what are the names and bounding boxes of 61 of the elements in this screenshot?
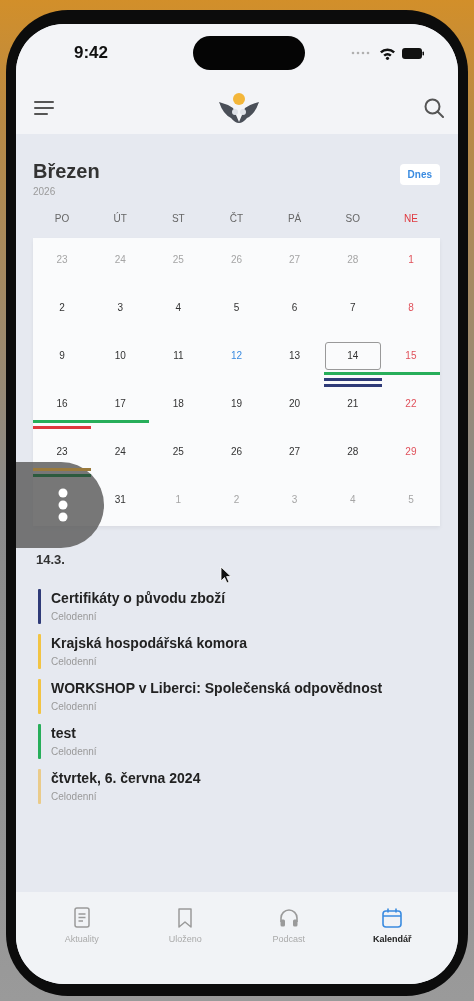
calendar-day[interactable]: 7 [337, 300, 368, 316]
event-duration: Celodenní [51, 610, 98, 624]
event-duration: Celodenní [51, 790, 98, 804]
event-duration: Celodenní [51, 700, 98, 714]
calendar-day[interactable]: 27 [279, 444, 310, 460]
menu-icon[interactable] [34, 101, 54, 115]
calendar-day[interactable]: 1 [395, 252, 426, 268]
calendar-day[interactable]: 15 [395, 348, 426, 364]
event-duration: Celodenní [51, 745, 97, 759]
calendar-day[interactable]: 5 [221, 300, 252, 316]
calendar-day[interactable]: 29 [395, 444, 426, 460]
calendar-day[interactable]: 13 [279, 348, 310, 364]
calendar-icon [380, 906, 405, 930]
calendar-day[interactable]: 4 [163, 300, 194, 316]
calendar-day[interactable]: 10 [105, 348, 136, 364]
calendar-day[interactable]: 16 [47, 396, 78, 412]
calendar-day[interactable]: 28 [337, 444, 368, 460]
year-label: 2026 [33, 186, 57, 197]
calendar-day[interactable]: 20 [279, 396, 310, 412]
calendar-day[interactable]: 24 [105, 444, 136, 460]
calendar-day[interactable]: 14 [324, 342, 381, 370]
event-title[interactable]: čtvrtek, 6. června 2024 [51, 769, 201, 787]
calendar-day[interactable]: 25 [163, 444, 194, 460]
calendar-day[interactable]: 22 [395, 396, 426, 412]
owl-logo [217, 92, 261, 124]
event-title[interactable]: WORKSHOP v Liberci: Společenská odpovědnost [51, 679, 383, 697]
calendar-day[interactable]: 2 [47, 300, 78, 316]
calendar-day[interactable]: 31 [105, 492, 136, 508]
weekday-label: ČT [228, 213, 245, 224]
wifi-icon [379, 46, 396, 60]
calendar-day[interactable]: 21 [337, 396, 368, 412]
tab-item[interactable]: Kalendář [340, 892, 444, 944]
calendar-day[interactable]: 6 [279, 300, 310, 316]
event-title[interactable]: Krajská hospodářská komora [51, 634, 248, 652]
calendar-day[interactable]: 23 [47, 444, 78, 460]
month-title: Březen [33, 160, 100, 183]
weekday-label: ST [170, 213, 186, 224]
calendar-day[interactable]: 11 [163, 348, 194, 364]
search-icon[interactable] [424, 98, 444, 118]
today-button[interactable]: Dnes [399, 164, 440, 185]
weekday-label: SO [344, 213, 361, 224]
event-title[interactable]: Certifikáty o původu zboží [51, 589, 226, 607]
event-title[interactable]: test [51, 724, 97, 742]
calendar-day[interactable]: 17 [105, 396, 136, 412]
battery-icon [402, 47, 424, 59]
status-time: 9:42 [74, 43, 110, 63]
calendar-day[interactable]: 8 [395, 300, 426, 316]
weekday-label: ÚT [112, 213, 128, 224]
calendar-day[interactable]: 9 [47, 348, 78, 364]
event-duration: Celodenní [51, 655, 98, 669]
weekday-label: PÁ [286, 213, 303, 224]
weekday-label: PO [53, 213, 71, 224]
mouse-cursor-icon [220, 566, 232, 584]
more-icon [57, 488, 69, 522]
calendar-day[interactable]: 26 [221, 444, 252, 460]
calendar-day[interactable]: 12 [221, 348, 252, 364]
calendar-day[interactable]: 3 [105, 300, 136, 316]
weekday-label: NE [402, 213, 419, 224]
calendar-day[interactable]: 19 [221, 396, 252, 412]
agenda-date: 14.3. [36, 552, 66, 567]
calendar-day[interactable]: 18 [163, 396, 194, 412]
